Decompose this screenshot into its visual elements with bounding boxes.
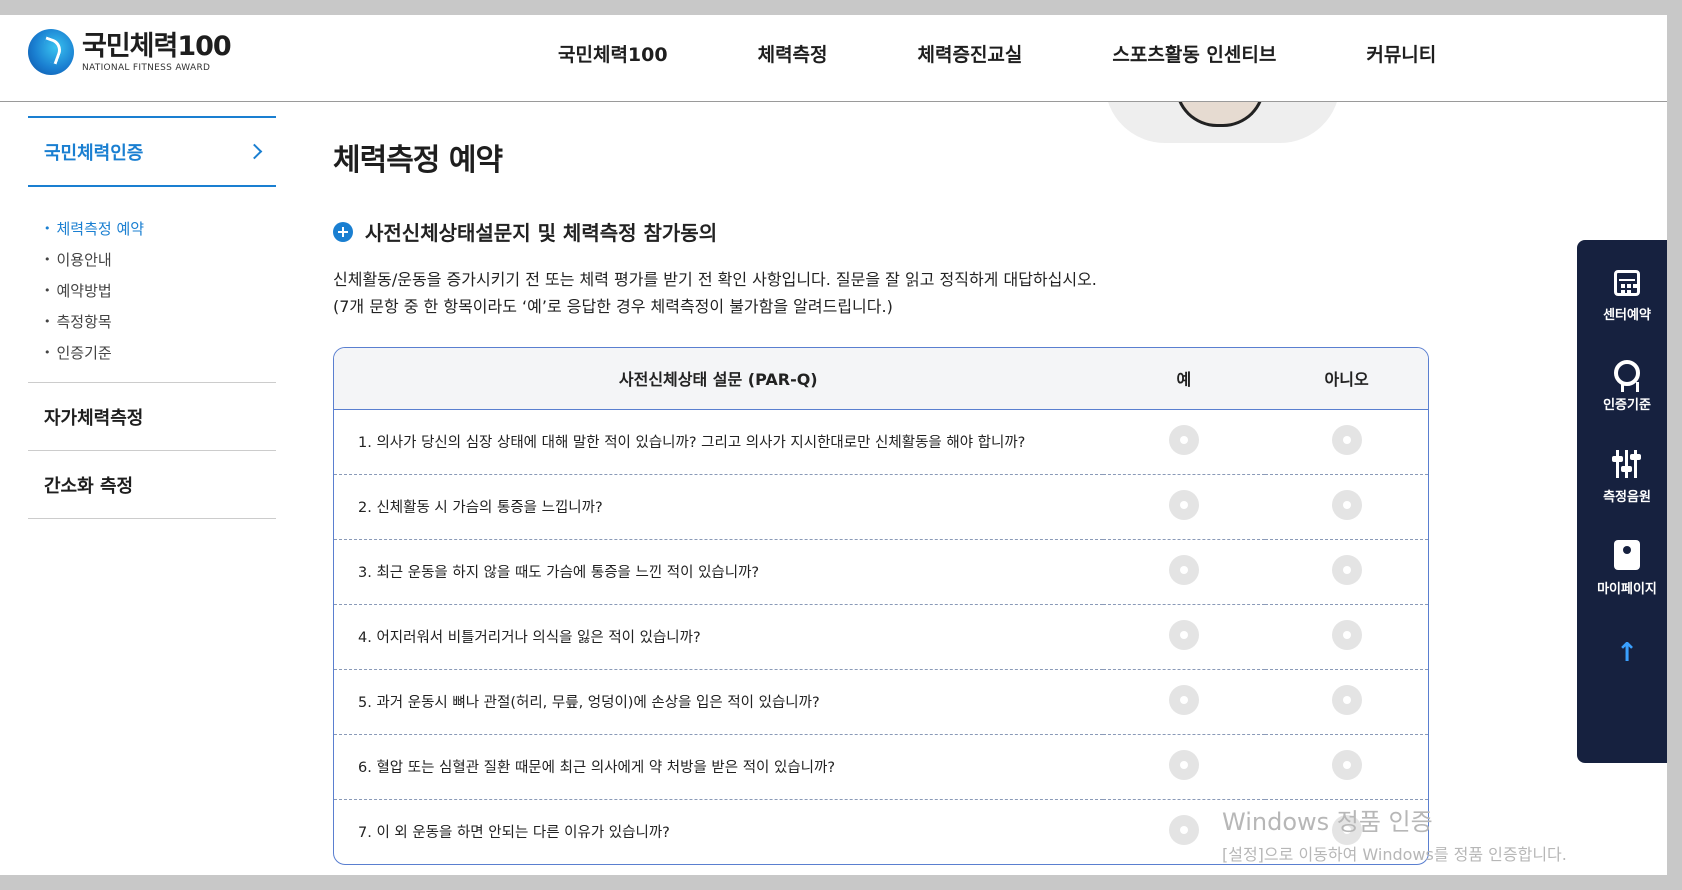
page: 국민체력100 NATIONAL FITNESS AWARD 국민체력100 체… (0, 15, 1667, 875)
table-row: 1. 의사가 당신의 심장 상태에 대해 말한 적이 있습니까? 그리고 의사가… (334, 409, 1428, 474)
radio-no-q6[interactable] (1331, 749, 1362, 780)
quick-label: 인증기준 (1603, 398, 1651, 413)
quick-label: 측정음원 (1603, 490, 1651, 505)
table-row: 7. 이 외 운동을 하면 안되는 다른 이유가 있습니까? (334, 799, 1428, 864)
quick-mypage[interactable]: 마이페이지 (1577, 540, 1667, 597)
radio-yes-q5[interactable] (1168, 684, 1199, 715)
question-text: 4. 어지러워서 비틀거리거나 의식을 잃은 적이 있습니까? (358, 630, 701, 646)
radio-yes-q2[interactable] (1168, 489, 1199, 520)
column-header-no: 아니오 (1324, 370, 1369, 390)
quick-certification-criteria[interactable]: 인증기준 (1577, 360, 1667, 413)
quick-label: 센터예약 (1603, 308, 1651, 323)
badge-icon (1614, 360, 1640, 392)
sidebar-item-guide[interactable]: 이용안내 (44, 244, 276, 275)
sidebar-head[interactable]: 국민체력인증 (28, 116, 276, 187)
logo-title: 국민체력100 (82, 30, 232, 62)
nav-fitness-class[interactable]: 체력증진교실 (918, 40, 1023, 67)
radio-no-q4[interactable] (1331, 619, 1362, 650)
table-header-row: 사전신체상태 설문 (PAR-Q) 예 아니오 (334, 348, 1428, 409)
nav-community[interactable]: 커뮤니티 (1366, 40, 1436, 67)
quick-center-reservation[interactable]: 센터예약 (1577, 270, 1667, 323)
radio-no-q5[interactable] (1331, 684, 1362, 715)
description-line-1: 신체활동/운동을 증가시키기 전 또는 체력 평가를 받기 전 확인 사항입니다… (333, 270, 1097, 289)
sidebar-item-how-to-reserve[interactable]: 예약방법 (44, 275, 276, 306)
parq-table: 사전신체상태 설문 (PAR-Q) 예 아니오 1. 의사가 당신의 심장 상태… (333, 347, 1429, 865)
section-title: 사전신체상태설문지 및 체력측정 참가동의 (365, 221, 718, 245)
mypage-icon (1614, 540, 1640, 570)
sliders-icon (1612, 450, 1641, 478)
question-text: 2. 신체활동 시 가슴의 통증을 느낍니까? (358, 500, 603, 516)
sidebar-submenu: 체력측정 예약 이용안내 예약방법 측정항목 인증기준 (28, 187, 276, 383)
question-text: 1. 의사가 당신의 심장 상태에 대해 말한 적이 있습니까? 그리고 의사가… (358, 435, 1026, 451)
question-text: 3. 최근 운동을 하지 않을 때도 가슴에 통증을 느낀 적이 있습니까? (358, 565, 760, 581)
arrow-up-icon: ↑ (1616, 638, 1638, 668)
question-text: 7. 이 외 운동을 하면 안되는 다른 이유가 있습니까? (358, 825, 670, 842)
quick-menu: 센터예약 인증기준 측정음원 마이페이지 ↑ (1577, 240, 1667, 763)
quick-measure-audio[interactable]: 측정음원 (1577, 450, 1667, 505)
browser-frame: 국민체력100 NATIONAL FITNESS AWARD 국민체력100 체… (0, 0, 1682, 890)
radio-yes-q4[interactable] (1168, 619, 1199, 650)
radio-no-q1[interactable] (1331, 424, 1362, 455)
sidebar-item-reservation[interactable]: 체력측정 예약 (44, 213, 276, 244)
main-nav: 국민체력100 체력측정 체력증진교실 스포츠활동 인센티브 커뮤니티 (558, 40, 1526, 67)
logo-subtitle: NATIONAL FITNESS AWARD (82, 62, 211, 73)
radio-no-q7[interactable] (1331, 814, 1362, 845)
sidebar: 국민체력인증 체력측정 예약 이용안내 예약방법 측정항목 인증기준 자가체력측… (28, 116, 276, 519)
description-line-2: (7개 문항 중 한 항목이라도 ‘예’로 응답한 경우 체력측정이 불가함을 … (333, 297, 893, 316)
question-text: 6. 혈압 또는 심혈관 질환 때문에 최근 의사에게 약 처방을 받은 적이 … (358, 760, 836, 776)
column-header-yes: 예 (1176, 370, 1192, 390)
radio-yes-q3[interactable] (1168, 554, 1199, 585)
sidebar-item-simple-measure[interactable]: 간소화 측정 (28, 451, 276, 519)
radio-yes-q6[interactable] (1168, 749, 1199, 780)
radio-no-q2[interactable] (1331, 489, 1362, 520)
sidebar-item-criteria[interactable]: 인증기준 (44, 337, 276, 368)
nav-sports-incentive[interactable]: 스포츠활동 인센티브 (1112, 40, 1276, 67)
calendar-icon (1614, 270, 1640, 296)
column-header-question: 사전신체상태 설문 (PAR-Q) (618, 370, 818, 390)
scroll-top-button[interactable]: ↑ (1577, 638, 1667, 668)
table-row: 2. 신체활동 시 가슴의 통증을 느낍니까? (334, 474, 1428, 539)
table-row: 6. 혈압 또는 심혈관 질환 때문에 최근 의사에게 약 처방을 받은 적이 … (334, 734, 1428, 799)
main-content: 체력측정 예약 사전신체상태설문지 및 체력측정 참가동의 신체활동/운동을 증… (333, 135, 1433, 865)
nav-fitness100[interactable]: 국민체력100 (558, 40, 668, 67)
radio-no-q3[interactable] (1331, 554, 1362, 585)
sidebar-item-self-measure[interactable]: 자가체력측정 (28, 383, 276, 451)
table-row: 3. 최근 운동을 하지 않을 때도 가슴에 통증을 느낀 적이 있습니까? (334, 539, 1428, 604)
logo-mark-icon (28, 29, 74, 75)
quick-label: 마이페이지 (1597, 582, 1657, 597)
site-logo[interactable]: 국민체력100 NATIONAL FITNESS AWARD (28, 27, 232, 77)
table-row: 4. 어지러워서 비틀거리거나 의식을 잃은 적이 있습니까? (334, 604, 1428, 669)
nav-measurement[interactable]: 체력측정 (758, 40, 828, 67)
chevron-right-icon (246, 143, 263, 160)
sidebar-head-label: 국민체력인증 (44, 142, 144, 164)
sidebar-item-measure-items[interactable]: 측정항목 (44, 306, 276, 337)
plus-circle-icon (333, 221, 353, 242)
table-row: 5. 과거 운동시 뼈나 관절(허리, 무릎, 엉덩이)에 손상을 입은 적이 … (334, 669, 1428, 734)
radio-yes-q1[interactable] (1168, 424, 1199, 455)
section-header: 사전신체상태설문지 및 체력측정 참가동의 (333, 217, 1433, 246)
description: 신체활동/운동을 증가시키기 전 또는 체력 평가를 받기 전 확인 사항입니다… (333, 266, 1433, 320)
question-text: 5. 과거 운동시 뼈나 관절(허리, 무릎, 엉덩이)에 손상을 입은 적이 … (358, 695, 820, 711)
radio-yes-q7[interactable] (1168, 814, 1199, 845)
site-header: 국민체력100 NATIONAL FITNESS AWARD 국민체력100 체… (0, 15, 1667, 102)
